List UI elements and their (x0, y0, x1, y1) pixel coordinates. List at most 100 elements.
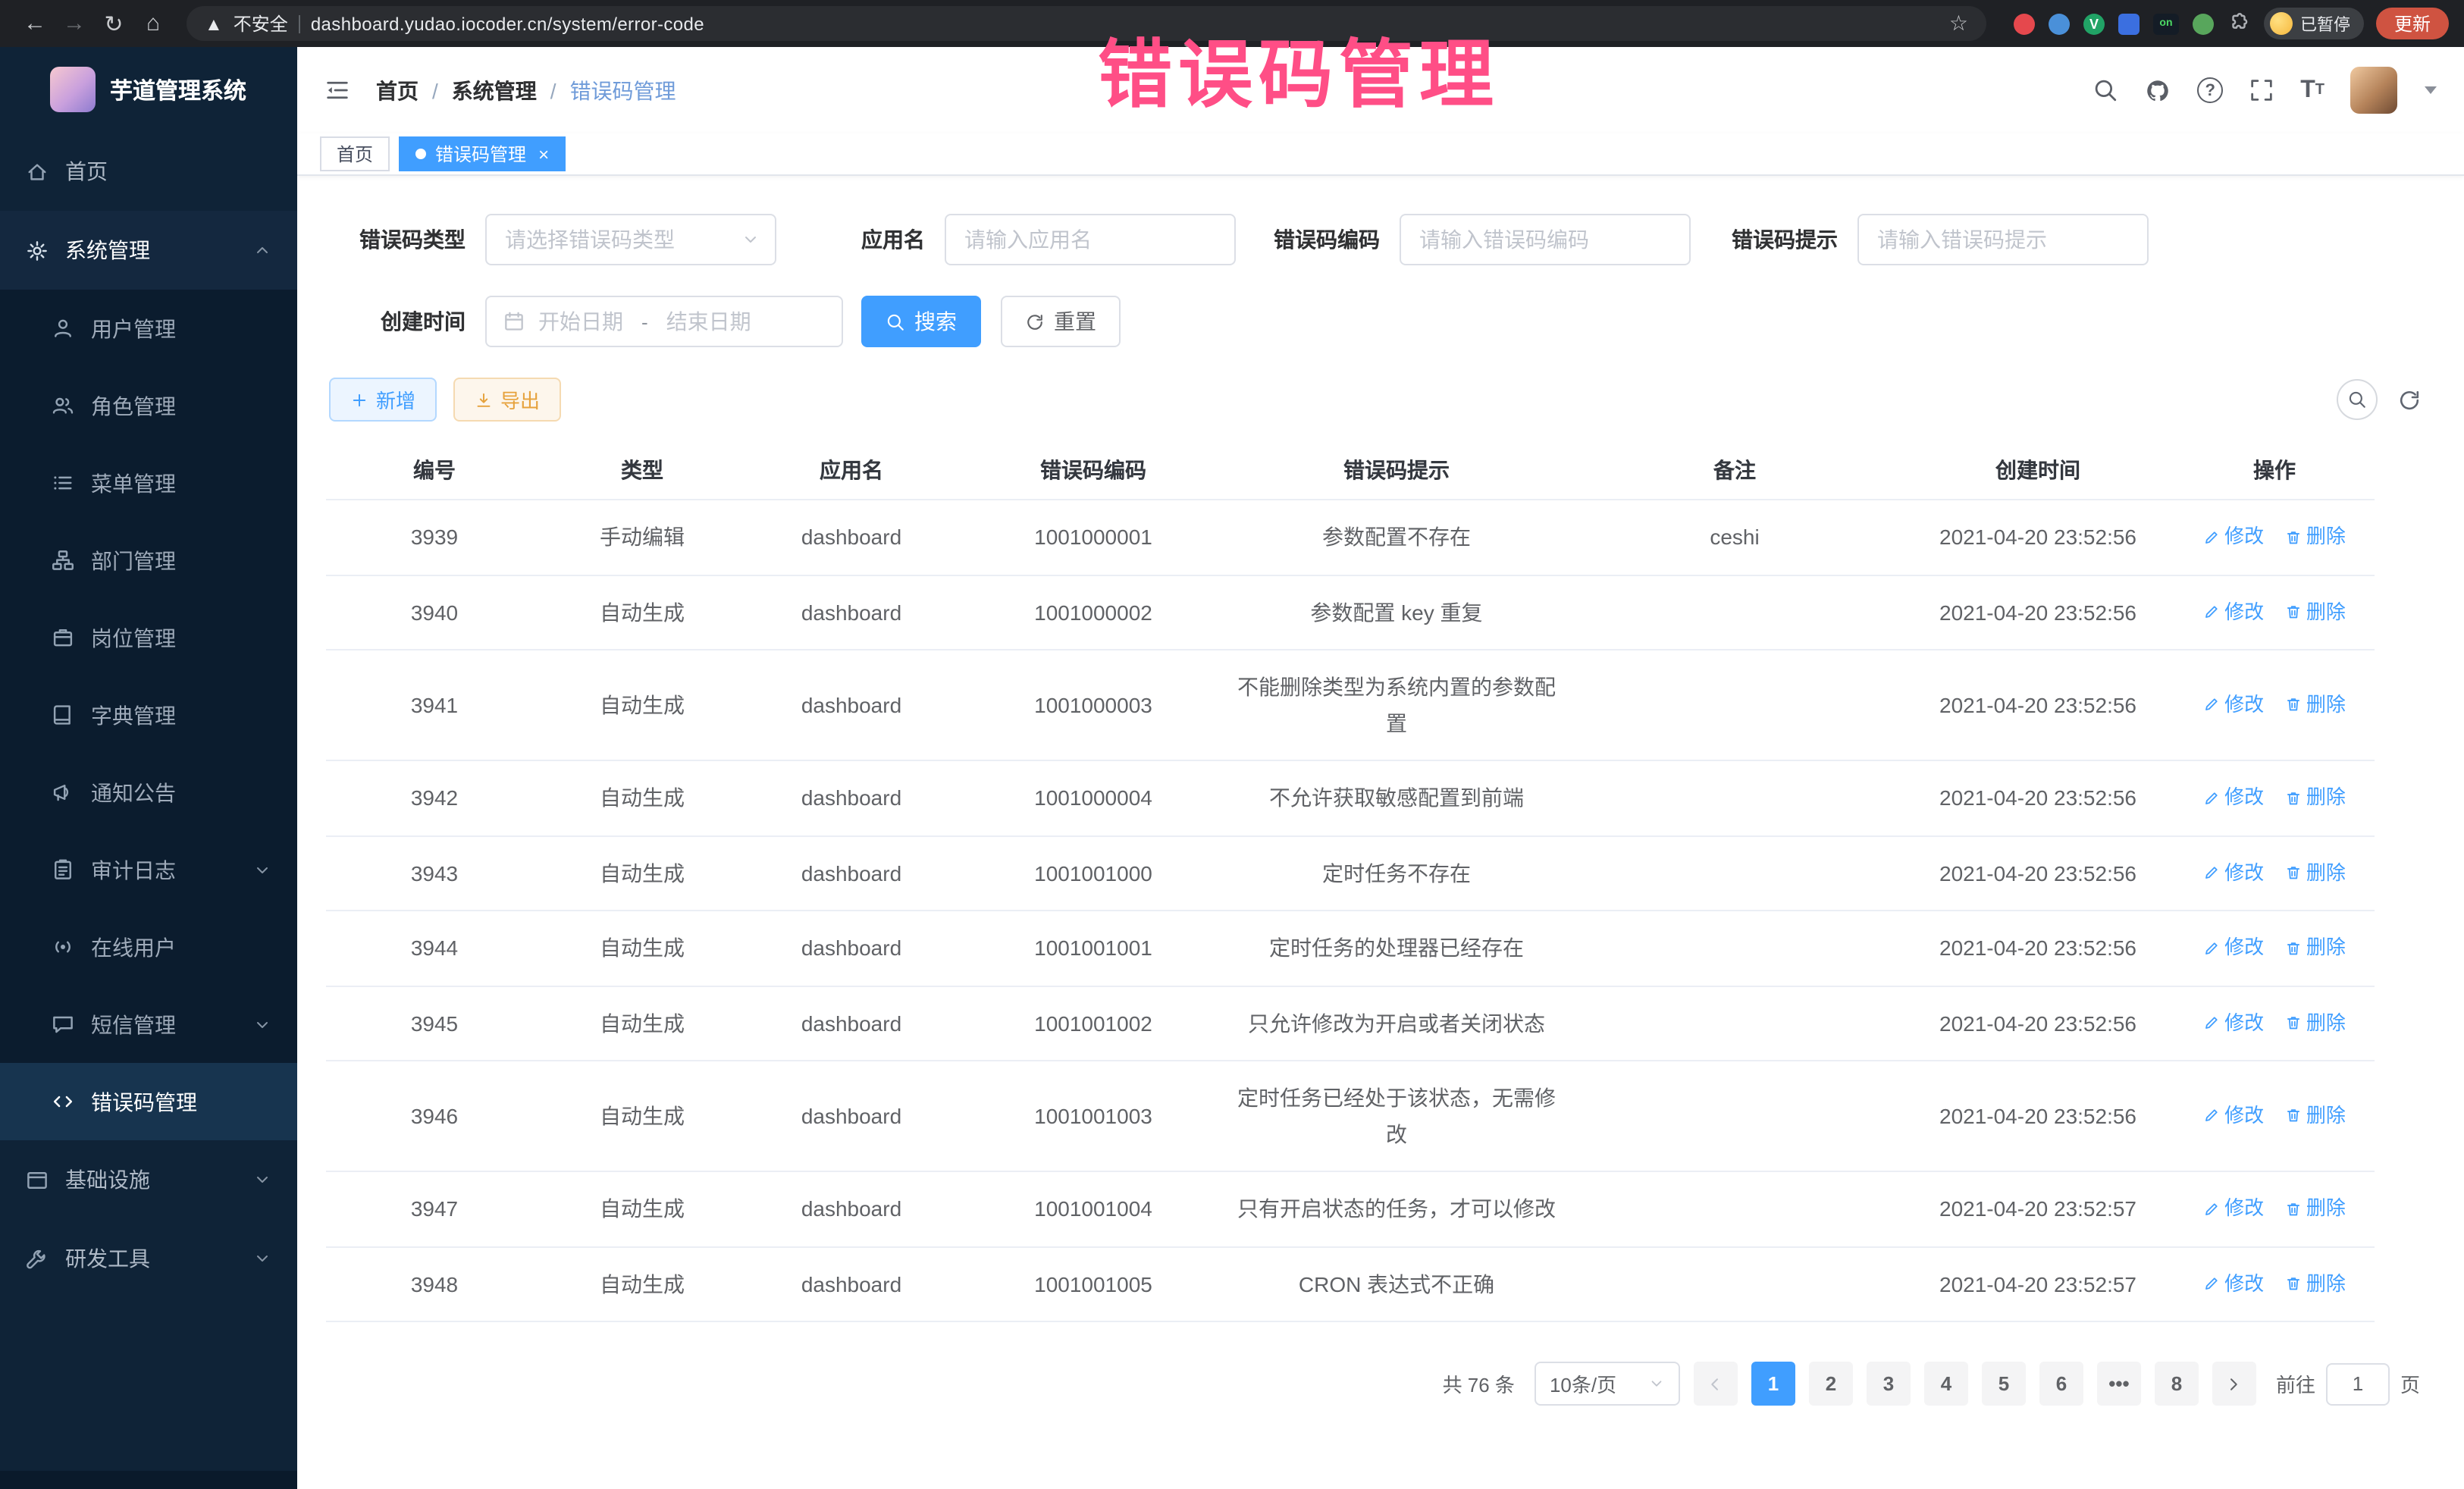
extension-blue-icon[interactable] (2049, 13, 2070, 34)
edit-link[interactable]: 修改 (2203, 1098, 2264, 1134)
more-pages-button[interactable]: ••• (2097, 1362, 2141, 1406)
menu-fold-icon[interactable] (324, 77, 350, 103)
browser-forward-icon[interactable]: → (55, 4, 94, 43)
edit-link[interactable]: 修改 (2203, 687, 2264, 723)
edit-link[interactable]: 修改 (2203, 594, 2264, 630)
tab-error-code-mgmt[interactable]: 错误码管理 × (399, 136, 566, 171)
prev-page-button[interactable] (1694, 1362, 1738, 1406)
bookmark-star-icon[interactable]: ☆ (1949, 11, 1968, 36)
sidebar-item-home[interactable]: 首页 (0, 132, 297, 211)
system-submenu: 用户管理 角色管理 菜单管理 部门管理 岗位管理 (0, 290, 297, 1140)
sidebar-item-dev-tools[interactable]: 研发工具 (0, 1219, 297, 1298)
fullscreen-icon[interactable] (2249, 77, 2274, 103)
delete-link[interactable]: 删除 (2285, 519, 2346, 555)
tab-home[interactable]: 首页 (320, 136, 390, 171)
breadcrumb-system[interactable]: 系统管理 (452, 75, 537, 105)
page-button-3[interactable]: 3 (1867, 1362, 1911, 1406)
delete-link[interactable]: 删除 (2285, 687, 2346, 723)
delete-link[interactable]: 删除 (2285, 594, 2346, 630)
message-icon (52, 1013, 74, 1036)
edit-link[interactable]: 修改 (2203, 1005, 2264, 1041)
sidebar-item-user-mgmt[interactable]: 用户管理 (0, 290, 297, 367)
github-icon[interactable] (2144, 77, 2171, 104)
page-button-5[interactable]: 5 (1982, 1362, 2026, 1406)
avatar-caret-icon[interactable] (2425, 86, 2437, 94)
extension-green-icon[interactable] (2193, 13, 2214, 34)
sidebar-item-role-mgmt[interactable]: 角色管理 (0, 367, 297, 444)
delete-link[interactable]: 删除 (2285, 929, 2346, 966)
delete-link[interactable]: 删除 (2285, 779, 2346, 816)
sidebar-item-dict-mgmt[interactable]: 字典管理 (0, 676, 297, 754)
delete-link[interactable]: 删除 (2285, 1005, 2346, 1041)
extensions-cluster: V on (2014, 12, 2250, 35)
extension-grid-icon[interactable] (2118, 13, 2140, 34)
goto-page-input[interactable] (2326, 1362, 2390, 1405)
sidebar-item-online-users[interactable]: 在线用户 (0, 908, 297, 986)
search-button[interactable]: 搜索 (861, 296, 981, 347)
page-button-8[interactable]: 8 (2155, 1362, 2199, 1406)
sidebar-item-error-code-mgmt[interactable]: 错误码管理 (0, 1063, 297, 1140)
sidebar-item-system-mgmt[interactable]: 系统管理 (0, 211, 297, 290)
sidebar-item-infrastructure[interactable]: 基础设施 (0, 1140, 297, 1219)
browser-back-icon[interactable]: ← (15, 4, 55, 43)
app-name-input[interactable] (945, 214, 1236, 265)
table-header-row: 编号 类型 应用名 错误码编码 错误码提示 备注 创建时间 操作 (326, 441, 2375, 500)
page-size-select[interactable]: 10条/页 (1535, 1362, 1680, 1406)
browser-update-button[interactable]: 更新 (2376, 8, 2449, 39)
profile-emoji-icon (2270, 12, 2293, 35)
book-icon (52, 704, 74, 726)
browser-reload-icon[interactable]: ↻ (94, 4, 133, 43)
edit-link[interactable]: 修改 (2203, 854, 2264, 891)
sidebar-item-menu-mgmt[interactable]: 菜单管理 (0, 444, 297, 522)
sidebar-item-post-mgmt[interactable]: 岗位管理 (0, 599, 297, 676)
app-title: 芋道管理系统 (110, 74, 246, 105)
refresh-icon[interactable] (2397, 387, 2422, 412)
address-bar[interactable]: ▲ 不安全 dashboard.yudao.iocoder.cn/system/… (187, 6, 1986, 41)
help-icon[interactable]: ? (2197, 77, 2223, 103)
app-logo[interactable]: 芋道管理系统 (0, 47, 297, 132)
page-button-2[interactable]: 2 (1809, 1362, 1853, 1406)
page-button-6[interactable]: 6 (2039, 1362, 2083, 1406)
profile-paused-badge[interactable]: 已暂停 (2264, 8, 2364, 39)
sidebar-item-audit-log[interactable]: 审计日志 (0, 831, 297, 908)
error-code-input[interactable] (1400, 214, 1691, 265)
tab-active-dot (415, 149, 426, 159)
toggle-search-icon[interactable] (2337, 379, 2378, 420)
sidebar-item-sms-mgmt[interactable]: 短信管理 (0, 986, 297, 1063)
extension-on-badge-icon[interactable]: on (2153, 13, 2179, 34)
edit-link[interactable]: 修改 (2203, 1265, 2264, 1302)
table-row: 3941 自动生成 dashboard 1001000003 不能删除类型为系统… (326, 650, 2375, 760)
extension-red-icon[interactable] (2014, 13, 2035, 34)
tab-close-icon[interactable]: × (538, 143, 549, 165)
edit-link[interactable]: 修改 (2203, 519, 2264, 555)
table-row: 3946 自动生成 dashboard 1001001003 定时任务已经处于该… (326, 1061, 2375, 1171)
error-type-select[interactable]: 请选择错误码类型 (485, 214, 776, 265)
delete-link[interactable]: 删除 (2285, 1098, 2346, 1134)
search-icon[interactable] (2093, 77, 2118, 103)
sidebar-item-notice[interactable]: 通知公告 (0, 754, 297, 831)
delete-link[interactable]: 删除 (2285, 1265, 2346, 1302)
user-avatar[interactable] (2350, 67, 2397, 114)
sidebar-item-dept-mgmt[interactable]: 部门管理 (0, 522, 297, 599)
breadcrumb-home[interactable]: 首页 (376, 75, 419, 105)
delete-link[interactable]: 删除 (2285, 854, 2346, 891)
font-size-icon[interactable]: TT (2300, 78, 2324, 102)
page-button-1[interactable]: 1 (1751, 1362, 1795, 1406)
edit-link[interactable]: 修改 (2203, 929, 2264, 966)
export-button[interactable]: 导出 (453, 378, 561, 422)
add-button[interactable]: 新增 (329, 378, 437, 422)
reset-button[interactable]: 重置 (1001, 296, 1121, 347)
date-range-picker[interactable]: 开始日期 - 结束日期 (485, 296, 843, 347)
breadcrumb: 首页 / 系统管理 / 错误码管理 (376, 75, 676, 105)
error-hint-input[interactable] (1857, 214, 2149, 265)
extension-v-icon[interactable]: V (2083, 13, 2105, 34)
page-button-4[interactable]: 4 (1924, 1362, 1968, 1406)
edit-link[interactable]: 修改 (2203, 779, 2264, 816)
chevron-down-icon (253, 1249, 271, 1268)
calendar-icon (503, 311, 525, 332)
edit-link[interactable]: 修改 (2203, 1190, 2264, 1227)
next-page-button[interactable] (2212, 1362, 2256, 1406)
extensions-menu-icon[interactable] (2227, 12, 2250, 35)
browser-home-icon[interactable]: ⌂ (133, 4, 173, 43)
delete-link[interactable]: 删除 (2285, 1190, 2346, 1227)
